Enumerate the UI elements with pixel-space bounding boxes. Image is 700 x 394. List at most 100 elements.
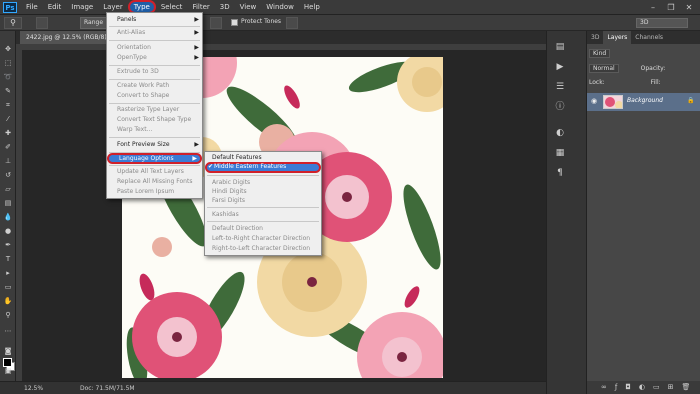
submenu-item-arabic-digits[interactable]: Arabic Digits — [205, 178, 321, 187]
blend-mode-row: Normal Opacity: — [589, 63, 699, 74]
menu-item-opentype[interactable]: OpenType ▶ — [107, 53, 202, 63]
menu-edit[interactable]: Edit — [43, 0, 67, 15]
layer-kind-filter[interactable]: Kind — [589, 49, 611, 58]
vertical-ruler — [16, 44, 22, 381]
screen-mode-icon[interactable]: ▣ — [3, 367, 13, 376]
submenu-item-ltr-direction[interactable]: Left-to-Right Character Direction — [205, 234, 321, 243]
pressure-icon[interactable] — [286, 17, 298, 29]
submenu-item-hindi-digits[interactable]: Hindi Digits — [205, 187, 321, 196]
menu-item-update-text-layers[interactable]: Update All Text Layers — [107, 167, 202, 177]
menu-item-create-work-path[interactable]: Create Work Path — [107, 81, 202, 91]
panel-dock: ▤ ▶ ☰ ⓘ ◐ ▦ ¶ — [546, 31, 586, 394]
quick-mask-icon[interactable]: ◙ — [3, 347, 13, 356]
fx-icon[interactable]: ƒ — [615, 381, 617, 394]
gradient-tool-icon[interactable]: ▤ — [3, 199, 13, 208]
menu-image[interactable]: Image — [66, 0, 98, 15]
hand-tool-icon[interactable]: ✋ — [3, 297, 13, 306]
adjustment-layer-icon[interactable]: ◐ — [639, 381, 645, 394]
shape-tool-icon[interactable]: ▭ — [3, 283, 13, 292]
type-tool-icon[interactable]: T — [3, 255, 13, 264]
menu-item-paste-lorem-ipsum[interactable]: Paste Lorem Ipsum — [107, 187, 202, 197]
tab-3d[interactable]: 3D — [587, 31, 603, 44]
menu-item-anti-alias[interactable]: Anti-Alias ▶ — [107, 28, 202, 38]
blend-mode-select[interactable]: Normal — [589, 64, 619, 73]
actions-panel-icon[interactable]: ▶ — [553, 61, 567, 73]
history-brush-tool-icon[interactable]: ↺ — [3, 171, 13, 180]
submenu-item-default-features[interactable]: Default Features — [205, 153, 321, 162]
menu-item-font-preview-size[interactable]: Font Preview Size ▶ — [107, 140, 202, 150]
document-tab[interactable]: 2422.jpg @ 12.5% (RGB/8) — [20, 31, 113, 44]
paragraph-panel-icon[interactable]: ¶ — [553, 167, 567, 179]
doc-size-info[interactable]: Doc: 71.5M/71.5M — [80, 385, 135, 392]
airbrush-icon[interactable] — [210, 17, 222, 29]
menu-item-orientation[interactable]: Orientation ▶ — [107, 43, 202, 53]
submenu-arrow-icon: ▶ — [194, 141, 199, 148]
mask-icon[interactable]: ◘ — [625, 381, 631, 394]
move-tool-icon[interactable]: ✥ — [3, 45, 13, 54]
menu-item-replace-missing-fonts[interactable]: Replace All Missing Fonts — [107, 177, 202, 187]
protect-tones-checkbox[interactable] — [231, 19, 238, 26]
menu-item-label: Panels — [117, 16, 137, 23]
zoom-tool-icon[interactable]: ⚲ — [3, 311, 13, 320]
marquee-tool-icon[interactable]: ⬚ — [3, 59, 13, 68]
close-icon[interactable]: ✕ — [682, 2, 696, 13]
workspace-select[interactable]: 3D — [636, 18, 688, 28]
dodge-tool-icon[interactable]: ● — [3, 227, 13, 236]
submenu-item-rtl-direction[interactable]: Right-to-Left Character Direction — [205, 244, 321, 253]
healing-tool-icon[interactable]: ✚ — [3, 129, 13, 138]
menu-item-warp-text[interactable]: Warp Text... — [107, 125, 202, 135]
blur-tool-icon[interactable]: 💧 — [3, 213, 13, 222]
submenu-item-default-direction[interactable]: Default Direction — [205, 224, 321, 233]
menu-3d[interactable]: 3D — [215, 0, 235, 15]
restore-icon[interactable]: ❐ — [664, 2, 678, 13]
stamp-tool-icon[interactable]: ⊥ — [3, 157, 13, 166]
submenu-item-farsi-digits[interactable]: Farsi Digits — [205, 196, 321, 205]
minimize-icon[interactable]: – — [646, 2, 660, 13]
menu-separator — [109, 65, 200, 66]
adjustments-panel-icon[interactable]: ◐ — [553, 127, 567, 139]
visibility-eye-icon[interactable]: ◉ — [591, 97, 597, 105]
menu-item-convert-to-shape[interactable]: Convert to Shape — [107, 91, 202, 101]
brush-size-icon[interactable] — [36, 17, 48, 29]
tab-channels[interactable]: Channels — [631, 31, 667, 44]
new-layer-icon[interactable]: ⊞ — [668, 381, 674, 394]
menu-separator — [207, 221, 319, 222]
path-select-tool-icon[interactable]: ▸ — [3, 269, 13, 278]
brush-tool-icon[interactable]: ✐ — [3, 143, 13, 152]
menu-help[interactable]: Help — [299, 0, 325, 15]
edit-toolbar-icon[interactable]: ⋯ — [3, 327, 13, 336]
properties-panel-icon[interactable]: ☰ — [553, 81, 567, 93]
pen-tool-icon[interactable]: ✒ — [3, 241, 13, 250]
range-select[interactable]: Range — [80, 17, 108, 29]
layer-filter-row: Kind — [589, 48, 699, 59]
submenu-item-middle-eastern-features[interactable]: ✔ Middle Eastern Features — [205, 162, 321, 173]
layer-row-background[interactable]: ◉ Background 🔒 — [587, 93, 700, 111]
submenu-item-kashidas[interactable]: Kashidas — [205, 210, 321, 219]
lasso-tool-icon[interactable]: ➰ — [3, 73, 13, 82]
menu-item-language-options[interactable]: Language Options ▶ — [107, 153, 202, 164]
eraser-tool-icon[interactable]: ▱ — [3, 185, 13, 194]
menu-item-rasterize[interactable]: Rasterize Type Layer — [107, 105, 202, 115]
crop-tool-icon[interactable]: ⌗ — [3, 101, 13, 110]
quick-select-tool-icon[interactable]: ✎ — [3, 87, 13, 96]
info-panel-icon[interactable]: ⓘ — [553, 101, 567, 113]
link-layers-icon[interactable]: ∞ — [601, 381, 607, 394]
eyedropper-tool-icon[interactable]: ⁄ — [3, 115, 13, 124]
tab-layers[interactable]: Layers — [603, 31, 632, 44]
group-icon[interactable]: ▭ — [653, 381, 660, 394]
menu-item-panels[interactable]: Panels ▶ — [107, 15, 202, 25]
menu-window[interactable]: Window — [261, 0, 299, 15]
tool-preset-picker[interactable]: ⚲ — [4, 17, 22, 29]
delete-layer-icon[interactable]: 🗑 — [681, 381, 690, 394]
styles-panel-icon[interactable]: ▦ — [553, 147, 567, 159]
menu-bar: Ps File Edit Image Layer Type Select Fil… — [0, 0, 700, 15]
zoom-level[interactable]: 12.5% — [24, 385, 43, 392]
menu-file[interactable]: File — [21, 0, 43, 15]
foreground-color-swatch[interactable] — [3, 358, 12, 367]
history-panel-icon[interactable]: ▤ — [553, 41, 567, 53]
menu-item-extrude-3d[interactable]: Extrude to 3D — [107, 67, 202, 77]
menu-view[interactable]: View — [235, 0, 262, 15]
options-bar: ⚲ Range Protect Tones 3D — [0, 15, 700, 31]
menu-item-convert-text-shape[interactable]: Convert Text Shape Type — [107, 115, 202, 125]
menu-separator — [109, 79, 200, 80]
